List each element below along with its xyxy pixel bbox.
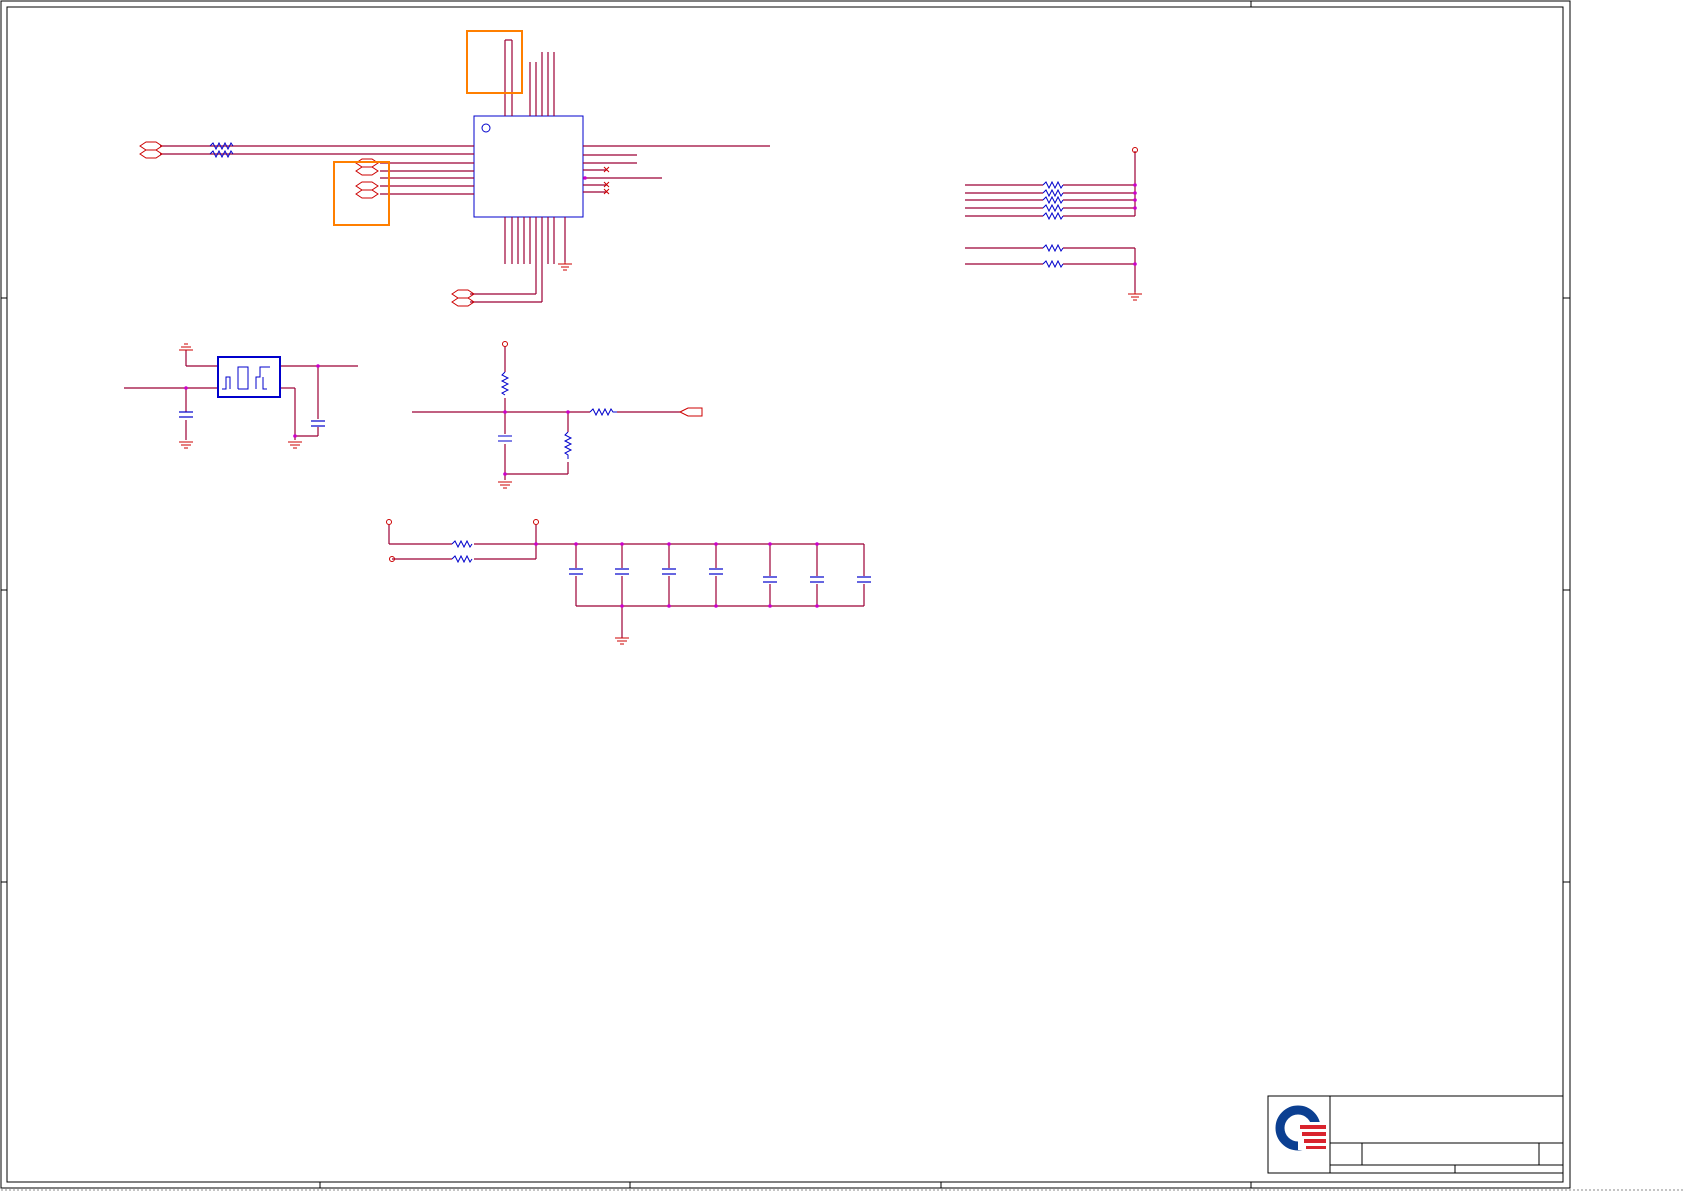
reset-rc-network (412, 341, 703, 489)
resistor-pair-left (209, 141, 234, 159)
pullup-resistor-network (965, 147, 1142, 301)
offpage-connector-left (139, 141, 379, 199)
no-connect-marks (603, 166, 610, 195)
decoupling-capacitor-bank (386, 519, 871, 645)
highlight-box (333, 30, 523, 226)
ground-symbol (558, 262, 572, 271)
main-ic-bottom-pins (504, 217, 566, 302)
schematic-sheet (0, 0, 1685, 1191)
oscillator-circuit (124, 343, 358, 449)
offpage-connector-pair (451, 289, 475, 307)
company-logo (1275, 1105, 1326, 1151)
junction-dot (583, 176, 587, 180)
net-wires-left (160, 145, 474, 195)
sheet-border (0, 0, 1571, 1189)
main-ic-top-pins (504, 39, 555, 116)
main-ic (473, 115, 584, 218)
net-wires-right (583, 145, 770, 193)
net-wires-bottom (470, 293, 542, 303)
